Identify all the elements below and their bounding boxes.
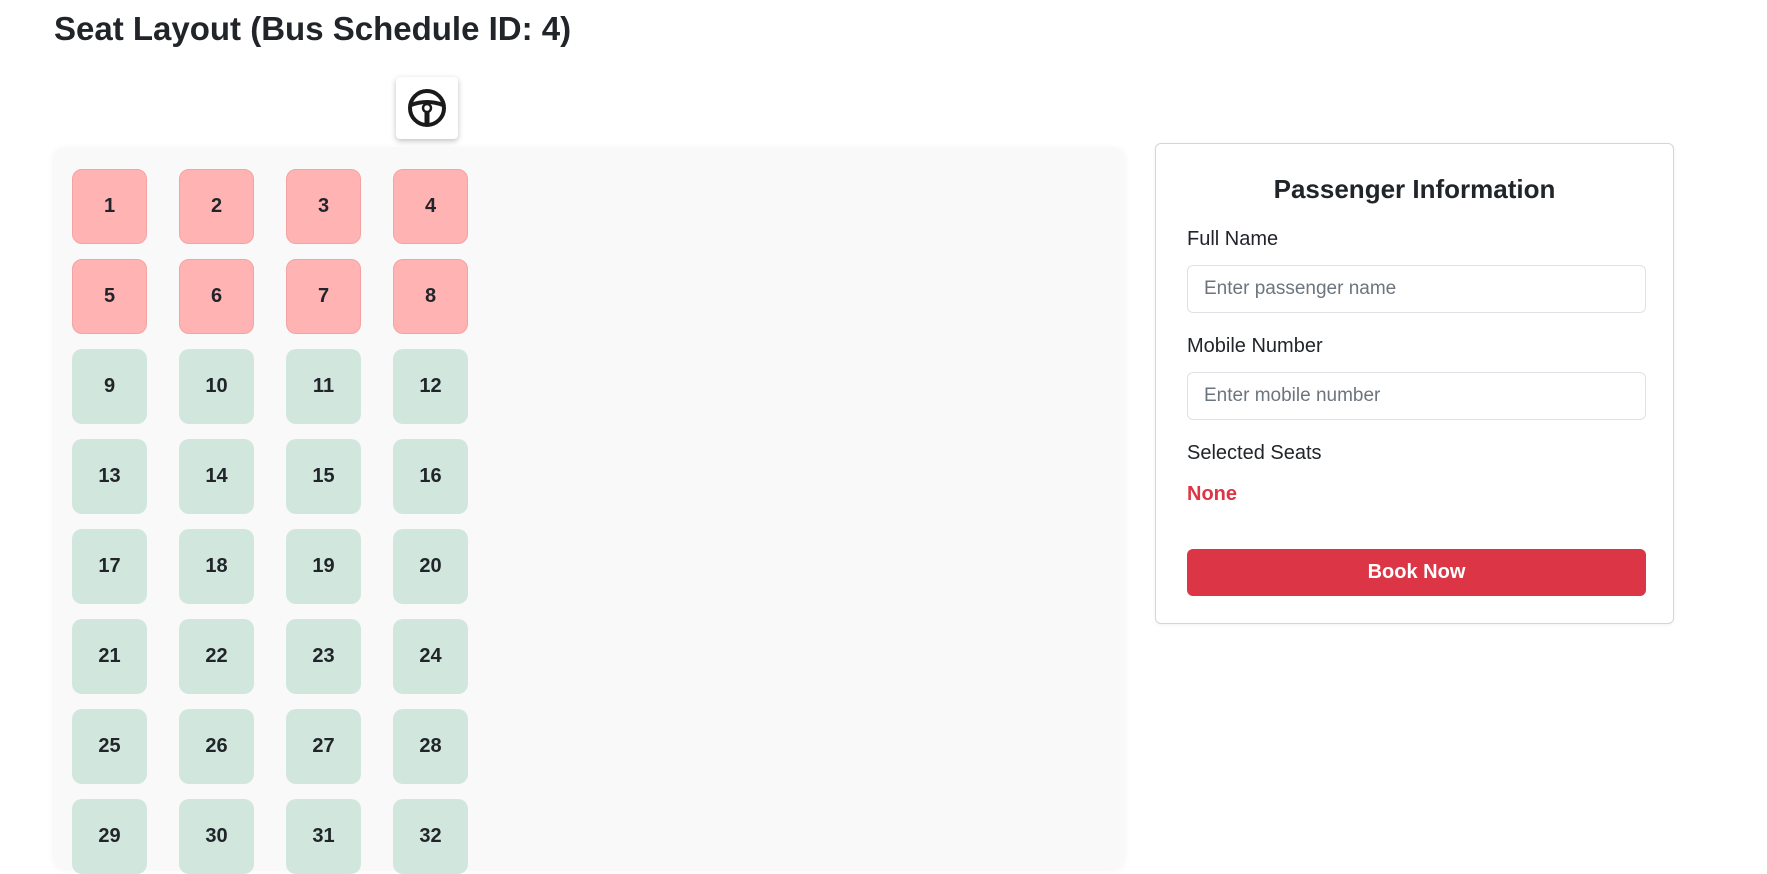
seat-11[interactable]: 11 <box>286 349 361 424</box>
seat-32[interactable]: 32 <box>393 799 468 874</box>
seat-25[interactable]: 25 <box>72 709 147 784</box>
seat-layout-panel: 1 2 3 4 5 6 7 8 9 10 11 12 13 14 15 16 17 18 19 20 21 22 23 24 2… <box>54 149 1124 874</box>
seat-21[interactable]: 21 <box>72 619 147 694</box>
seat-20[interactable]: 20 <box>393 529 468 604</box>
seat-27[interactable]: 27 <box>286 709 361 784</box>
seat-6[interactable]: 6 <box>179 259 254 334</box>
passenger-info-panel: Passenger Information Full Name Mobile N… <box>1155 143 1674 624</box>
mobile-number-input[interactable] <box>1187 372 1646 420</box>
seat-24[interactable]: 24 <box>393 619 468 694</box>
seat-16[interactable]: 16 <box>393 439 468 514</box>
seat-14[interactable]: 14 <box>179 439 254 514</box>
seat-17[interactable]: 17 <box>72 529 147 604</box>
full-name-label: Full Name <box>1187 228 1279 250</box>
seat-5[interactable]: 5 <box>72 259 147 334</box>
seat-28[interactable]: 28 <box>393 709 468 784</box>
seat-12[interactable]: 12 <box>393 349 468 424</box>
page-title: Seat Layout (Bus Schedule ID: 4) <box>54 10 572 47</box>
steering-wheel-icon <box>396 77 458 139</box>
passenger-info-title: Passenger Information <box>1273 174 1556 204</box>
seat-26[interactable]: 26 <box>179 709 254 784</box>
seat-30[interactable]: 30 <box>179 799 254 874</box>
seat-18[interactable]: 18 <box>179 529 254 604</box>
seat-3[interactable]: 3 <box>286 169 361 244</box>
full-name-input[interactable] <box>1187 265 1646 313</box>
seat-4[interactable]: 4 <box>393 169 468 244</box>
seat-29[interactable]: 29 <box>72 799 147 874</box>
seat-8[interactable]: 8 <box>393 259 468 334</box>
seat-1[interactable]: 1 <box>72 169 147 244</box>
seat-22[interactable]: 22 <box>179 619 254 694</box>
seat-9[interactable]: 9 <box>72 349 147 424</box>
selected-seats-label: Selected Seats <box>1187 442 1322 464</box>
seat-15[interactable]: 15 <box>286 439 361 514</box>
seat-13[interactable]: 13 <box>72 439 147 514</box>
seat-23[interactable]: 23 <box>286 619 361 694</box>
seat-19[interactable]: 19 <box>286 529 361 604</box>
mobile-number-label: Mobile Number <box>1187 335 1323 357</box>
seat-2[interactable]: 2 <box>179 169 254 244</box>
seat-grid: 1 2 3 4 5 6 7 8 9 10 11 12 13 14 15 16 17 18 19 20 21 22 23 24 2… <box>72 169 468 874</box>
seat-7[interactable]: 7 <box>286 259 361 334</box>
book-now-button[interactable]: Book Now <box>1187 549 1646 596</box>
seat-10[interactable]: 10 <box>179 349 254 424</box>
selected-seats-value: None <box>1187 483 1237 505</box>
seat-31[interactable]: 31 <box>286 799 361 874</box>
